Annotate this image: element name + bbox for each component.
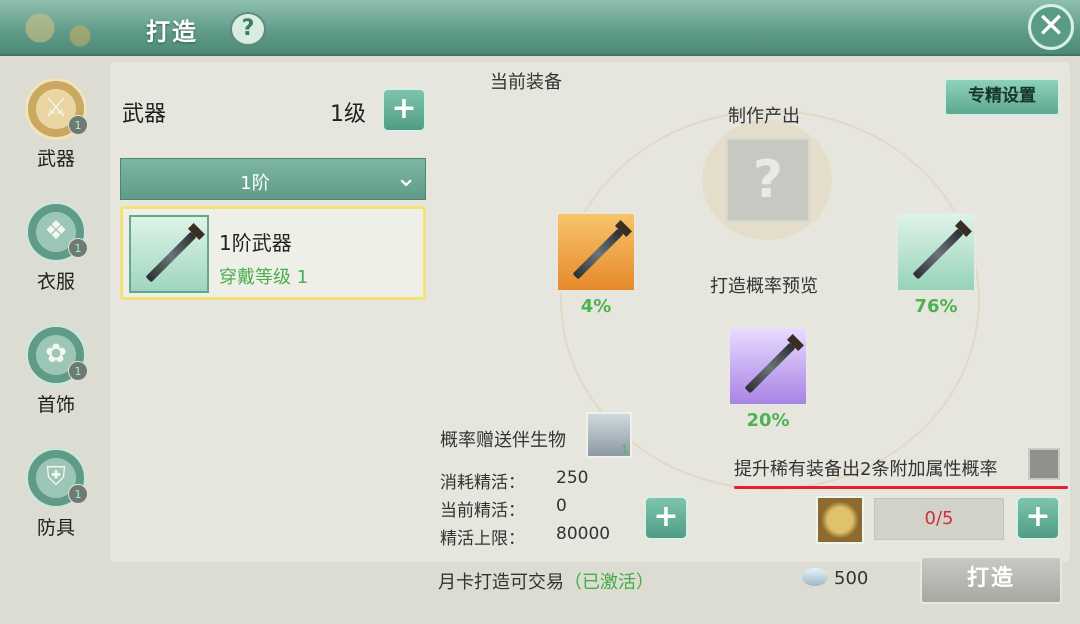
green-probability: 76%: [914, 296, 958, 317]
month-card-text: 月卡打造可交易（已激活）: [438, 568, 654, 594]
sword-icon: [912, 228, 964, 280]
nav-label: 防具: [36, 517, 75, 539]
nav-item-jewelry[interactable]: ✿ 1 首饰: [8, 324, 104, 433]
sword-icon: [572, 228, 624, 280]
stat-label: 当前精活：: [440, 501, 525, 521]
tier-label: 1阶: [240, 173, 270, 194]
whetstone-icon[interactable]: 1: [586, 412, 632, 458]
category-title: 武器: [122, 102, 167, 127]
ore-icon[interactable]: [816, 496, 864, 544]
orange-probability: 4%: [580, 296, 612, 317]
title-ornament: [0, 0, 140, 56]
month-card-label: 月卡打造可交易: [438, 572, 564, 593]
nav-badge: 1: [68, 361, 88, 381]
forge-button[interactable]: 打造: [920, 556, 1062, 604]
nav-label: 武器: [36, 148, 75, 170]
stat-label: 精活上限：: [440, 529, 525, 549]
item-requirement: 穿戴等级 1: [219, 267, 309, 288]
stat-value: 250: [556, 468, 589, 488]
silver-amount: 500: [834, 568, 869, 589]
armor-icon: ❖ 1: [25, 201, 88, 263]
item-card[interactable]: 1阶武器 穿戴等级 1: [120, 206, 426, 300]
rare-attribute-label: 提升稀有装备出2条附加属性概率: [734, 459, 998, 480]
jewelry-icon: ✿ 1: [25, 324, 88, 386]
nav-badge: 1: [68, 238, 88, 258]
shield-icon: ⛨ 1: [25, 447, 88, 509]
window-title: 打造: [146, 18, 198, 46]
stat-value: 80000: [556, 524, 611, 544]
nav-label: 衣服: [36, 271, 75, 293]
add-energy-button[interactable]: +: [644, 496, 688, 540]
rare-attribute-checkbox[interactable]: [1028, 448, 1060, 480]
weapon-thumbnail: [129, 215, 209, 293]
title-bar: 打造 ? ✕: [0, 0, 1080, 56]
material-count: 0/5: [874, 498, 1004, 540]
category-nav: ⚔ 1 武器 ❖ 1 衣服 ✿ 1 首饰 ⛨ 1 防具: [8, 64, 104, 556]
highlight-underline: [734, 486, 1068, 489]
sword-icon: ⚔ 1: [25, 78, 88, 140]
purple-weapon-preview[interactable]: [728, 326, 808, 406]
add-material-button[interactable]: +: [1016, 496, 1060, 540]
purple-probability: 20%: [746, 410, 790, 431]
help-button[interactable]: ?: [230, 12, 266, 46]
orange-weapon-preview[interactable]: [556, 212, 636, 292]
bonus-count: 1: [621, 443, 628, 456]
nav-item-armor[interactable]: ⛨ 1 防具: [8, 447, 104, 556]
stat-label: 消耗精活：: [440, 473, 525, 493]
nav-badge: 1: [68, 484, 88, 504]
month-card-status: （已激活）: [564, 572, 654, 593]
product-slot[interactable]: ?: [726, 138, 810, 222]
current-equipment-label: 当前装备: [490, 72, 562, 93]
nav-label: 首饰: [36, 394, 75, 416]
nav-item-clothes[interactable]: ❖ 1 衣服: [8, 201, 104, 310]
product-label: 制作产出: [728, 106, 800, 127]
specialization-settings-button[interactable]: 专精设置: [944, 78, 1060, 116]
green-weapon-preview[interactable]: [896, 212, 976, 292]
probability-preview-label: 打造概率预览: [710, 276, 818, 297]
bonus-label: 概率赠送伴生物: [440, 430, 566, 451]
close-button[interactable]: ✕: [1028, 4, 1074, 50]
item-name: 1阶武器: [219, 231, 292, 255]
nav-item-weapon[interactable]: ⚔ 1 武器: [8, 78, 104, 187]
chevron-down-icon: ⌄: [395, 163, 417, 193]
tier-dropdown[interactable]: 1阶 ⌄: [120, 158, 426, 200]
silver-icon: [802, 568, 828, 586]
sword-icon: [744, 342, 796, 394]
nav-badge: 1: [68, 115, 88, 135]
level-up-button[interactable]: +: [382, 88, 426, 132]
category-level: 1级: [330, 102, 366, 127]
stat-value: 0: [556, 496, 567, 516]
sword-icon: [145, 231, 197, 283]
